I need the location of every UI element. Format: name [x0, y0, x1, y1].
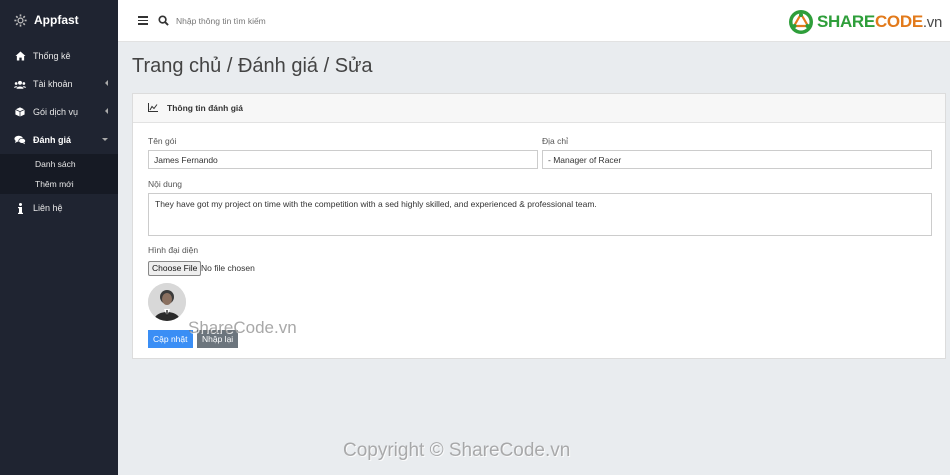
sidebar-item-label: Liên hệ [33, 203, 63, 213]
sidebar-item-danh-gia[interactable]: Đánh giá [0, 126, 118, 154]
address-label: Địa chỉ [542, 136, 568, 146]
logo-text-share: SHARE [816, 12, 875, 31]
page-title: Trang chủ / Đánh giá / Sửa [132, 55, 373, 77]
info-icon [14, 202, 26, 214]
name-field[interactable] [148, 150, 538, 169]
sidebar-item-label: Tài khoản [33, 79, 73, 89]
reset-button[interactable]: Nhập lại [197, 330, 239, 348]
address-field[interactable] [542, 150, 932, 169]
avatar-label: Hình đại diện [148, 245, 199, 255]
comments-icon [14, 134, 26, 146]
sidebar-subitem-danh-sach[interactable]: Danh sách [0, 154, 118, 174]
review-form-card: Thông tin đánh giá Tên gói Địa chỉ Nội d… [132, 93, 946, 359]
name-label: Tên gói [148, 136, 177, 146]
sidebar-nav: Thống kê Tài khoản Gói dịch vụ Đánh giá … [0, 42, 118, 222]
app-name: Appfast [34, 13, 79, 27]
logo-text-vn: .vn [922, 13, 942, 31]
chevron-left-icon [105, 108, 108, 114]
card-title: Thông tin đánh giá [167, 103, 244, 113]
avatar-image [148, 283, 186, 321]
content-label: Nội dung [148, 179, 183, 189]
search-input[interactable] [176, 15, 476, 26]
choose-file-button[interactable]: Choose File [148, 261, 202, 276]
chevron-left-icon [105, 80, 108, 86]
sidebar-item-goi-dich-vu[interactable]: Gói dịch vụ [0, 98, 118, 126]
file-status-text: No file chosen [201, 263, 255, 273]
chart-area-icon [148, 103, 158, 113]
sidebar-submenu: Danh sách Thêm mới [0, 154, 118, 194]
home-icon [14, 50, 26, 62]
sidebar-item-label: Gói dịch vụ [33, 107, 79, 117]
brand[interactable]: Appfast [0, 0, 118, 40]
sharecode-logo-icon [788, 10, 813, 34]
sidebar-item-thong-ke[interactable]: Thống kê [0, 42, 118, 70]
gear-icon [14, 13, 27, 27]
chevron-down-icon [102, 138, 108, 141]
sidebar-subitem-them-moi[interactable]: Thêm mới [0, 174, 118, 194]
box-icon [14, 106, 26, 118]
sidebar-item-label: Thống kê [33, 51, 71, 61]
menu-toggle-icon[interactable] [138, 16, 148, 25]
sidebar-item-tai-khoan[interactable]: Tài khoản [0, 70, 118, 98]
card-header: Thông tin đánh giá [133, 94, 945, 123]
sharecode-logo: SHARE CODE .vn [788, 9, 942, 35]
logo-text-code: CODE [874, 12, 923, 31]
watermark-footer: Copyright © ShareCode.vn [343, 440, 571, 461]
content-textarea[interactable]: They have got my project on time with th… [148, 193, 932, 236]
users-icon [14, 78, 26, 90]
sidebar-item-label: Đánh giá [33, 135, 72, 145]
topbar: SHARE CODE .vn [118, 0, 950, 42]
sidebar: Appfast Thống kê Tài khoản Gói dịch vụ Đ… [0, 0, 118, 475]
update-button[interactable]: Cập nhật [148, 330, 193, 348]
search-icon[interactable] [158, 14, 170, 27]
sidebar-item-lien-he[interactable]: Liên hệ [0, 194, 118, 222]
